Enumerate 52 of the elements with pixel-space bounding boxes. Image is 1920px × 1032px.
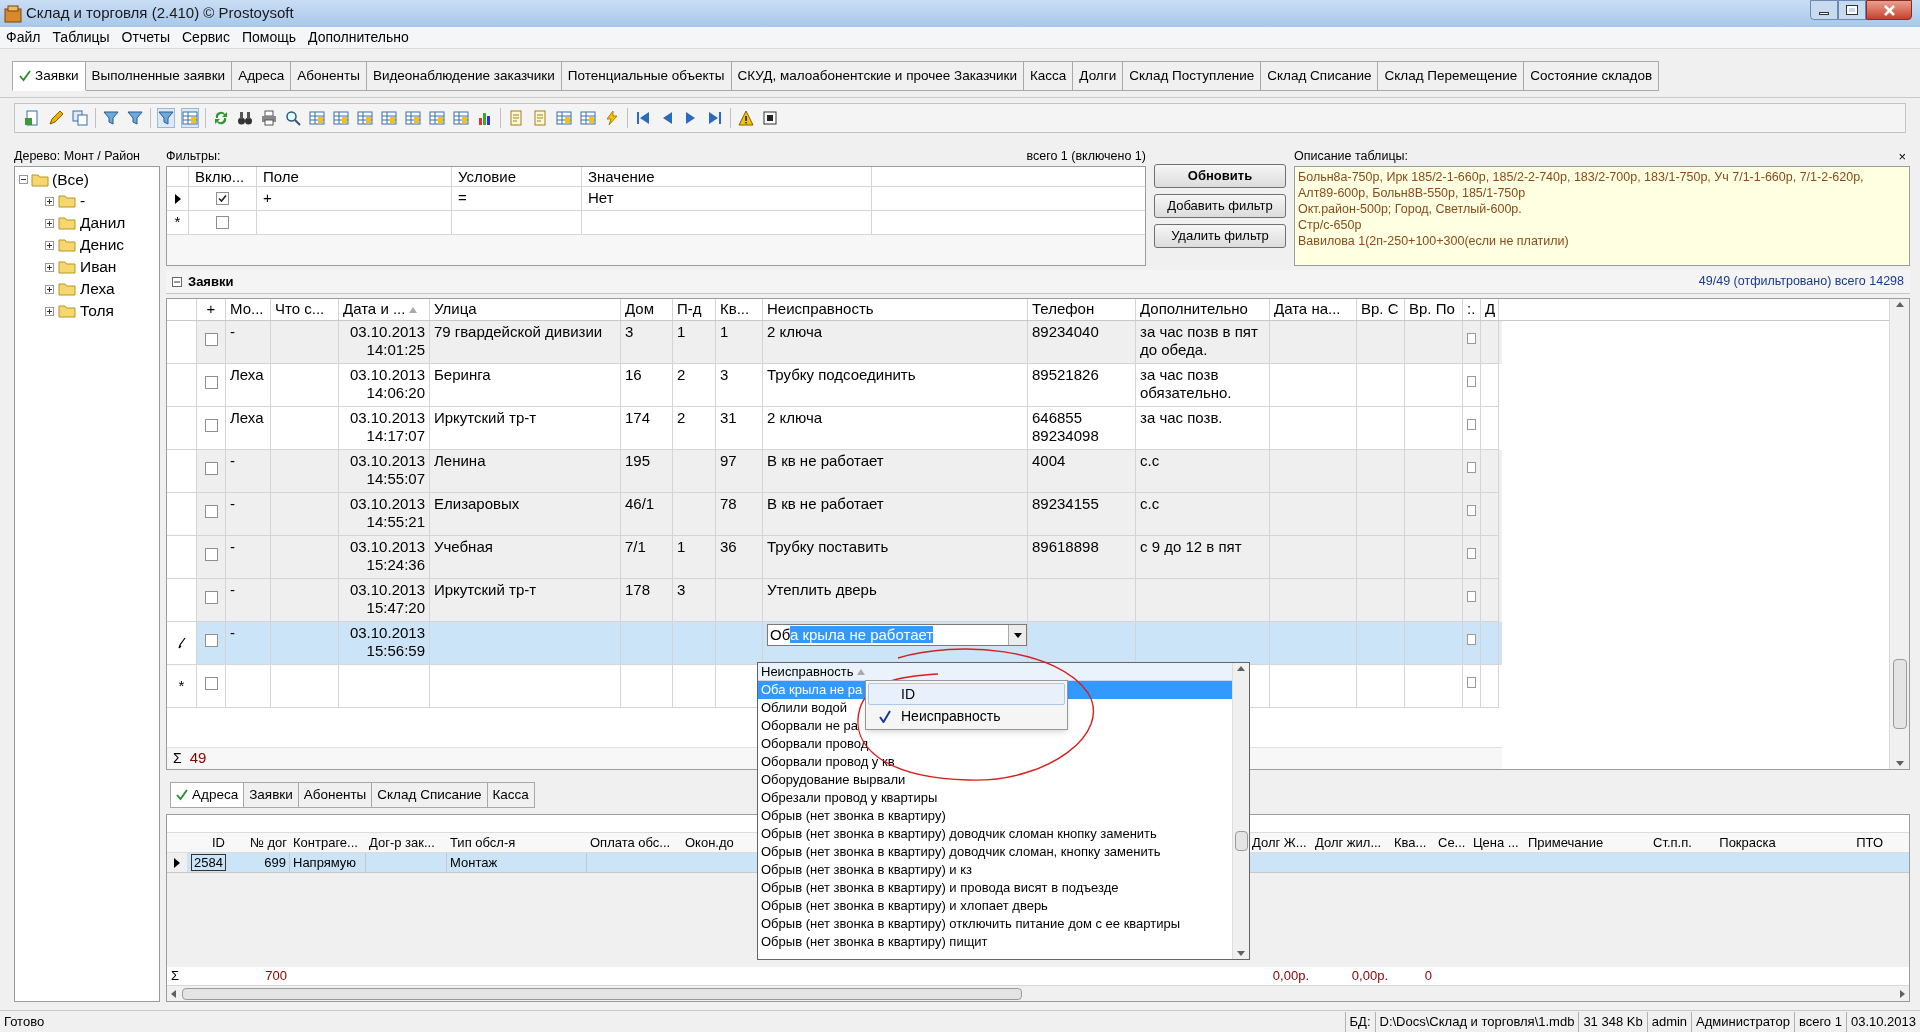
sum-value: 49 <box>189 748 207 769</box>
table-cell: 15:47:20 <box>366 599 425 617</box>
description-line: Алт89-600р, Больн8В-550р, 185/1-750р <box>1298 185 1527 201</box>
table-cell: 14:06:20 <box>366 384 425 402</box>
status-field: Администратор <box>1691 1011 1794 1032</box>
sum-symbol: Σ <box>173 749 182 768</box>
table-cell: 699 <box>228 852 290 873</box>
table-cell: 03.10.2013 <box>349 366 425 384</box>
table-cell: 15:24:36 <box>366 556 425 574</box>
record-count: 49/49 (отфильтровано) всего 14298 <box>1698 273 1904 291</box>
table-cell: 14:01:25 <box>366 341 425 359</box>
status-field: БД: <box>1344 1011 1375 1032</box>
status-field: admin <box>1646 1011 1692 1032</box>
new-row-marker: * <box>174 212 181 233</box>
table-cell: 03.10.2013 <box>349 323 425 341</box>
table-cell: 14:55:21 <box>366 513 425 531</box>
section-title: Заявки <box>188 272 234 291</box>
filters-summary: всего 1 (включено 1) <box>1026 147 1146 165</box>
table-cell: 14:55:07 <box>366 470 425 488</box>
filters-title: Фильтры: <box>166 147 221 165</box>
status-field: 03.10.2013 <box>1845 1011 1920 1032</box>
sum-symbol: Σ <box>170 967 181 986</box>
table-cell: 03.10.2013 <box>349 581 425 599</box>
table-cell: = <box>458 189 467 206</box>
sum-value: 700 <box>264 967 288 986</box>
table-cell: Нет <box>588 189 614 206</box>
table-cell: 03.10.2013 <box>349 409 425 427</box>
description-line: Больн8а-750р, Ирк 185/2-1-660р, 185/2-2-740р, 183/2-700р, 183/1-750р, Уч 7/1-1-660р, 7/1-2-620р, <box>1298 169 1865 185</box>
sum-value: 0,00р. <box>1350 967 1389 986</box>
status-text: Готово <box>3 1012 46 1031</box>
table-cell: 03.10.2013 <box>349 624 425 642</box>
table-cell: 03.10.2013 <box>349 495 425 513</box>
table-cell: + <box>263 189 272 206</box>
table-cell: 2584 <box>191 854 226 871</box>
tree-title: Дерево: Монт / Район <box>14 148 141 164</box>
sum-value: 0,00р. <box>1271 967 1310 986</box>
description-line: Вавилова 1(2п-250+100+300(если не платили) <box>1298 233 1570 249</box>
table-cell: 03.10.2013 <box>349 538 425 556</box>
description-line: Окт.район-500р; Город, Светлый-600р. <box>1298 201 1523 217</box>
description-title: Описание таблицы: <box>1294 147 1408 165</box>
sum-value: 0 <box>1423 967 1433 986</box>
table-cell: 03.10.2013 <box>349 452 425 470</box>
description-line: Стр/с-650р <box>1298 217 1363 233</box>
table-cell: 14:17:07 <box>366 427 425 445</box>
table-cell: Монтаж <box>447 852 587 873</box>
table-cell: Напрямую <box>290 852 366 873</box>
new-row-marker: * <box>178 675 185 696</box>
window-title: Склад и торговля (2.410) © Prostoysoft <box>26 3 294 24</box>
status-field: всего 1 <box>1793 1011 1846 1032</box>
table-cell: 15:56:59 <box>366 642 425 660</box>
status-field: 31 348 Kb <box>1578 1011 1647 1032</box>
status-field: D:\Docs\Склад и торговля\1.mdb <box>1374 1011 1579 1032</box>
